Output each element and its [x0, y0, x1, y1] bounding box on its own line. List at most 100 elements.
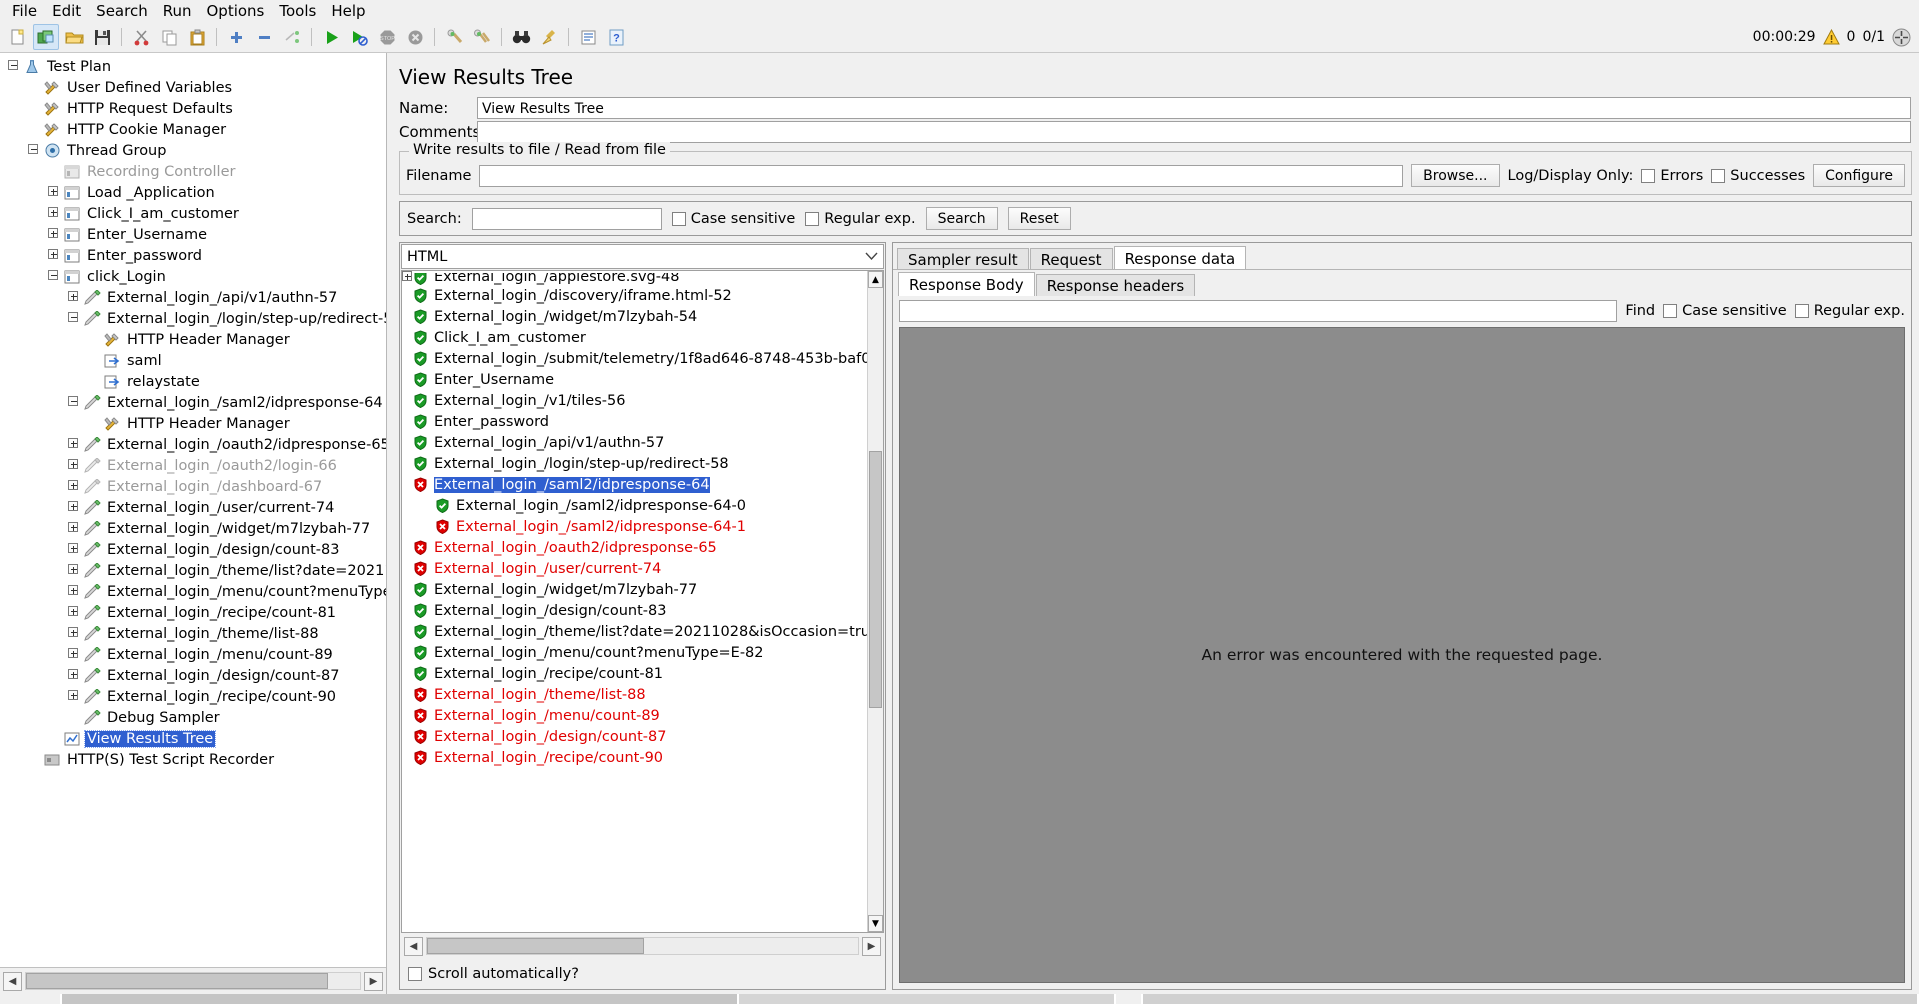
renderer-select[interactable]: HTML — [401, 244, 884, 269]
paste-icon[interactable] — [184, 24, 210, 50]
tree-node[interactable]: HTTP Cookie Manager — [0, 119, 386, 140]
detail-regex-checkbox[interactable] — [1794, 304, 1809, 318]
response-body-viewer[interactable]: An error was encountered with the reques… — [899, 327, 1905, 983]
toggle-icon[interactable] — [279, 24, 305, 50]
copy-icon[interactable] — [156, 24, 182, 50]
result-node[interactable]: External_login_/saml2/idpresponse-64-1 — [402, 516, 868, 537]
search-input[interactable] — [471, 207, 662, 230]
expand-all-icon[interactable] — [223, 24, 249, 50]
result-node[interactable]: External_login_/widget/m7lzybah-77 — [402, 274, 868, 600]
result-node[interactable]: External_login_/v1/tiles-56 — [402, 390, 868, 411]
results-scroll-right-icon[interactable]: ▶ — [862, 936, 881, 956]
shutdown-icon[interactable] — [402, 24, 428, 50]
help-icon[interactable]: ? — [603, 24, 629, 50]
result-node[interactable]: External_login_/widget/m7lzybah-54 — [402, 274, 868, 327]
find-input[interactable] — [899, 300, 1618, 322]
results-horizontal-scrollbar[interactable]: ◀ ▶ — [401, 934, 884, 958]
menu-item-file[interactable]: File — [5, 1, 44, 21]
result-node[interactable]: Enter_password — [402, 411, 868, 432]
expand-handle-icon[interactable] — [68, 669, 81, 682]
result-node[interactable]: External_login_/applestore.svg-48 — [402, 273, 868, 285]
tab-request[interactable]: Request — [1029, 248, 1113, 270]
expand-handle-icon[interactable] — [68, 564, 81, 577]
scroll-automatically-checkbox[interactable] — [408, 967, 422, 981]
expand-handle-icon[interactable] — [48, 249, 61, 262]
errors-checkbox[interactable] — [1641, 168, 1656, 183]
tree-node[interactable]: Click_I_am_customer — [0, 203, 386, 224]
result-node[interactable]: External_login_/login/step-up/redirect-5… — [402, 453, 868, 474]
scrollbar-track[interactable] — [25, 972, 361, 990]
tree-node[interactable]: Test Plan — [0, 56, 386, 77]
result-node[interactable]: External_login_/design/count-83 — [402, 600, 868, 621]
results-tree[interactable]: External_login_/applestore.svg-48 Externa… — [401, 270, 884, 933]
search-regex-row[interactable]: Regular exp. — [805, 211, 916, 227]
tree-node[interactable]: External_login_/saml2/idpresponse-64 — [0, 392, 386, 413]
tree-node[interactable]: click_Login — [0, 266, 386, 287]
tree-node[interactable]: External_login_/oauth2/idpresponse-65 — [0, 434, 386, 455]
save-icon[interactable] — [89, 24, 115, 50]
tree-node[interactable]: Enter_Username — [0, 224, 386, 245]
result-node[interactable]: External_login_/design/count-87 — [402, 726, 868, 747]
clear-all-icon[interactable] — [469, 24, 495, 50]
tree-node[interactable]: saml — [0, 350, 386, 371]
collapse-handle-icon[interactable] — [48, 270, 61, 283]
result-node[interactable]: External_login_/recipe/count-90 — [402, 747, 868, 768]
tab-response-data[interactable]: Response data — [1113, 246, 1247, 270]
result-node[interactable]: External_login_/oauth2/idpresponse-65 — [402, 537, 868, 558]
tree-node[interactable]: HTTP Request Defaults — [0, 98, 386, 119]
result-node[interactable]: External_login_/submit/telemetry/1f8ad64… — [402, 348, 868, 369]
tree-node[interactable]: Load _Application — [0, 182, 386, 203]
menu-item-edit[interactable]: Edit — [45, 1, 88, 21]
browse-button[interactable]: Browse... — [1411, 164, 1500, 187]
scroll-left-icon[interactable]: ◀ — [3, 971, 22, 991]
tree-node[interactable]: External_login_/oauth2/login-66 — [0, 455, 386, 476]
subtab-response-headers[interactable]: Response headers — [1035, 274, 1196, 296]
expand-handle-icon[interactable] — [68, 585, 81, 598]
successes-checkbox-row[interactable]: Successes — [1711, 168, 1805, 184]
tree-node[interactable]: External_login_/theme/list?date=20211028… — [0, 560, 386, 581]
search-regex-checkbox[interactable] — [805, 211, 820, 226]
scrollbar-thumb[interactable] — [26, 973, 328, 989]
results-scroll-up-icon[interactable]: ▲ — [868, 271, 883, 288]
name-input[interactable]: View Results Tree — [477, 97, 1911, 119]
tree-node[interactable]: External_login_/login/step-up/redirect-5… — [0, 308, 386, 329]
collapse-handle-icon[interactable] — [68, 312, 81, 325]
menu-item-help[interactable]: Help — [324, 1, 372, 21]
collapse-handle-icon[interactable] — [68, 396, 81, 409]
subtab-response-body[interactable]: Response Body — [898, 272, 1035, 296]
menu-item-options[interactable]: Options — [199, 1, 271, 21]
tree-node[interactable]: External_login_/theme/list-88 — [0, 623, 386, 644]
tree-node[interactable]: External_login_/widget/m7lzybah-77 — [0, 518, 386, 539]
open-icon[interactable] — [61, 24, 87, 50]
filename-input[interactable] — [479, 164, 1404, 187]
expand-handle-icon[interactable] — [68, 606, 81, 619]
tree-node[interactable]: Recording Controller — [0, 161, 386, 182]
find-button[interactable]: Find — [1625, 303, 1655, 319]
tree-node[interactable]: External_login_/recipe/count-90 — [0, 686, 386, 707]
expand-handle-icon[interactable] — [68, 438, 81, 451]
tree-node[interactable]: User Defined Variables — [0, 77, 386, 98]
result-node[interactable]: External_login_/menu/count-89 — [402, 705, 868, 726]
tree-node[interactable]: External_login_/api/v1/authn-57 — [0, 287, 386, 308]
expand-handle-icon[interactable] — [68, 480, 81, 493]
tree-node[interactable]: External_login_/user/current-74 — [0, 497, 386, 518]
expand-icon[interactable] — [1892, 28, 1911, 47]
errors-checkbox-row[interactable]: Errors — [1641, 168, 1703, 184]
expand-handle-icon[interactable] — [68, 522, 81, 535]
detail-regex-row[interactable]: Regular exp. — [1794, 303, 1905, 319]
results-vertical-scrollbar[interactable]: ▲ ▼ — [867, 271, 883, 932]
result-node[interactable]: Click_I_am_customer — [402, 327, 868, 348]
expand-handle-icon[interactable] — [68, 627, 81, 640]
test-plan-tree[interactable]: Test Plan User Defined Variables HTTP Requ… — [0, 53, 386, 966]
menu-item-search[interactable]: Search — [89, 1, 155, 21]
results-hscrollbar-track[interactable] — [426, 937, 859, 955]
binoculars-icon[interactable] — [508, 24, 534, 50]
result-node[interactable]: External_login_/theme/list?date=20211028… — [402, 621, 868, 642]
collapse-handle-icon[interactable] — [8, 60, 21, 73]
search-button[interactable]: Search — [925, 207, 998, 230]
expand-handle-icon[interactable] — [68, 291, 81, 304]
result-node[interactable]: External_login_/saml2/idpresponse-64-0 — [402, 495, 868, 516]
menu-item-run[interactable]: Run — [156, 1, 199, 21]
split-grip-icon[interactable]: ▲▼ — [4, 0, 20, 1]
detail-case-sensitive-checkbox[interactable] — [1663, 304, 1678, 318]
